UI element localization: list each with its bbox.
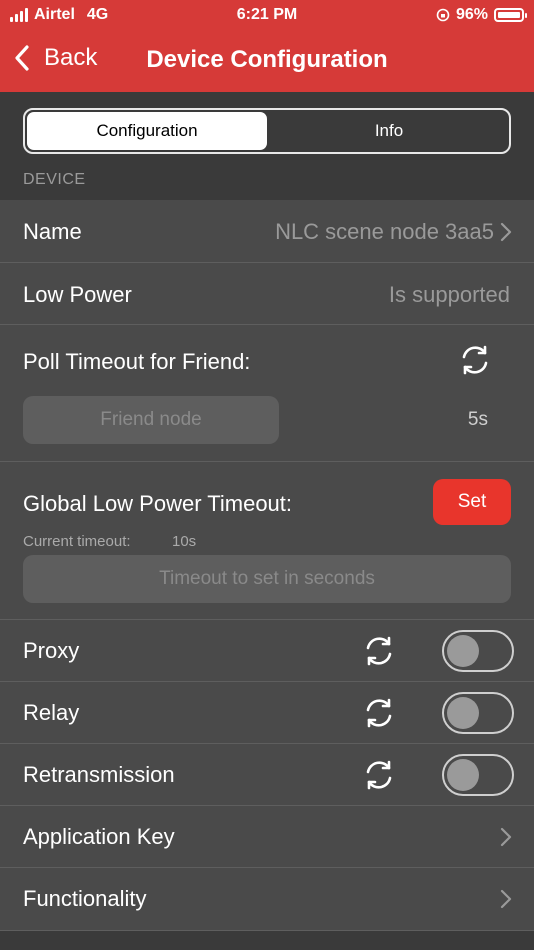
functionality-row[interactable]: Functionality: [0, 868, 534, 931]
page-title: Device Configuration: [146, 46, 388, 73]
low-power-value: Is supported: [388, 282, 510, 307]
set-timeout-button[interactable]: Set: [433, 479, 511, 525]
functionality-label: Functionality: [23, 886, 147, 911]
name-label: Name: [23, 219, 82, 244]
poll-timeout-value: 5s: [467, 409, 488, 430]
application-key-row[interactable]: Application Key: [0, 806, 534, 868]
status-right: 96%: [436, 6, 527, 24]
tab-info[interactable]: Info: [269, 110, 509, 152]
low-power-label: Low Power: [23, 282, 132, 307]
proxy-row: Proxy: [0, 620, 534, 682]
orientation-lock-icon: [436, 8, 450, 22]
proxy-toggle[interactable]: [442, 630, 514, 672]
battery-percent: 96%: [455, 6, 488, 23]
refresh-icon[interactable]: [362, 696, 396, 730]
low-power-row: Low Power Is supported: [0, 263, 534, 325]
friend-node-button[interactable]: Friend node: [23, 396, 279, 444]
proxy-label: Proxy: [23, 638, 80, 663]
current-timeout-value: 10s: [172, 533, 197, 550]
retransmission-toggle[interactable]: [442, 754, 514, 796]
global-timeout-label: Global Low Power Timeout:: [23, 491, 293, 516]
refresh-icon[interactable]: [458, 343, 492, 377]
chevron-right-icon: [500, 889, 512, 909]
segmented-control: Configuration Info: [23, 108, 511, 154]
poll-timeout-label: Poll Timeout for Friend:: [23, 349, 251, 374]
battery-icon: [494, 8, 527, 22]
poll-timeout-row: Poll Timeout for Friend: Friend node 5s: [0, 325, 534, 462]
global-timeout-row: Global Low Power Timeout: Set Current ti…: [0, 462, 534, 620]
nav-bar: Back Device Configuration: [0, 32, 534, 92]
name-row[interactable]: Name NLC scene node 3aa5: [0, 200, 534, 263]
chevron-right-icon: [500, 827, 512, 847]
refresh-icon[interactable]: [362, 758, 396, 792]
navigation-header: Airtel 4G 6:21 PM 96% Back Device Config…: [0, 0, 534, 92]
tab-configuration[interactable]: Configuration: [27, 112, 267, 150]
retransmission-row: Retransmission: [0, 744, 534, 806]
application-key-label: Application Key: [23, 824, 175, 849]
relay-toggle[interactable]: [442, 692, 514, 734]
relay-label: Relay: [23, 700, 80, 725]
retransmission-label: Retransmission: [23, 762, 175, 787]
timeout-input[interactable]: Timeout to set in seconds: [23, 555, 511, 603]
relay-row: Relay: [0, 682, 534, 744]
status-bar: Airtel 4G 6:21 PM 96%: [0, 0, 534, 32]
name-value: NLC scene node 3aa5: [275, 219, 494, 244]
section-header-device: DEVICE: [23, 171, 86, 188]
chevron-right-icon: [500, 222, 512, 242]
current-timeout-label: Current timeout:: [23, 533, 131, 550]
device-settings-list: Name NLC scene node 3aa5 Low Power Is su…: [0, 200, 534, 931]
refresh-icon[interactable]: [362, 634, 396, 668]
